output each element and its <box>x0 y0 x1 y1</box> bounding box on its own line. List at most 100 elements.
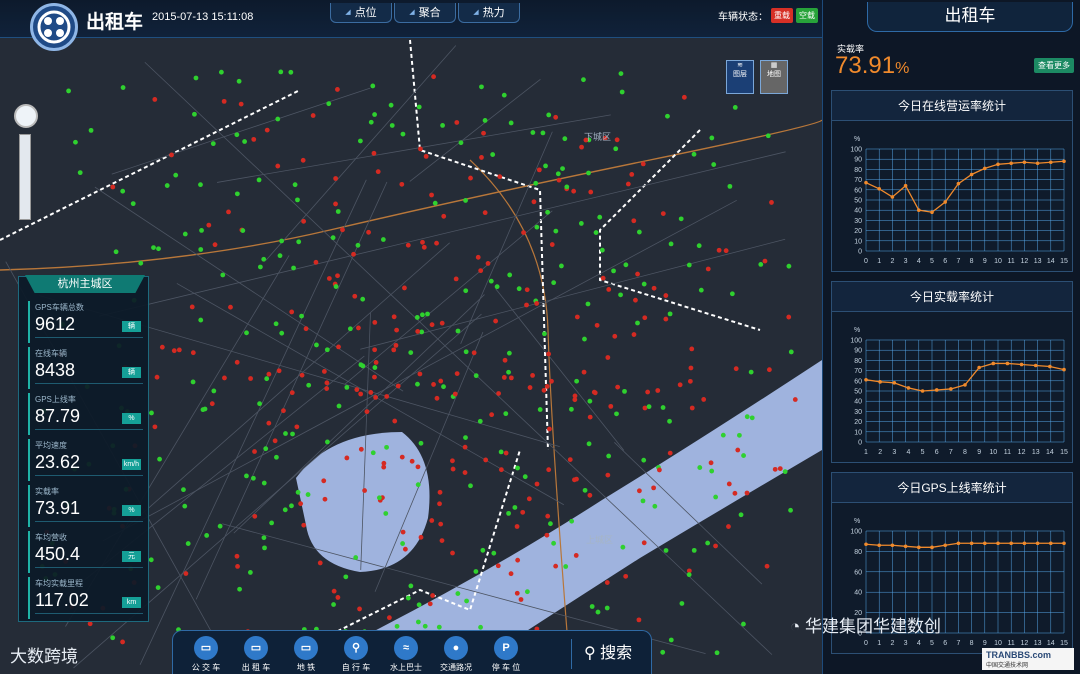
data-point <box>969 541 974 546</box>
taxi-vacant-dot <box>714 650 720 656</box>
y-tick-label: 100 <box>850 529 862 536</box>
status-heavy-badge[interactable]: 重载 <box>771 8 793 23</box>
taxi-occupied-dot <box>641 540 647 546</box>
taxi-occupied-dot <box>324 386 330 391</box>
stat-label: GPS车辆总数 <box>35 303 84 312</box>
taxi-occupied-dot <box>762 258 768 264</box>
transport-button[interactable]: ▭ 出 租 车 <box>231 631 281 674</box>
map-type-button[interactable]: ▦ 地图 <box>760 60 788 94</box>
taxi-vacant-dot <box>202 406 208 412</box>
taxi-vacant-dot <box>376 495 382 501</box>
stat-value: 87.79 <box>35 406 81 426</box>
right-sidebar: 出租车 实载率 73.91% 查看更多 今日在线营运率统计 % 0 10 20 30 40… <box>822 0 1080 674</box>
x-tick-label: 4 <box>906 449 910 456</box>
taxi-occupied-dot <box>605 472 611 478</box>
taxi-occupied-dot <box>429 322 435 328</box>
taxi-occupied-dot <box>453 276 459 282</box>
transport-button[interactable]: ● 交通路况 <box>431 631 481 674</box>
taxi-vacant-dot <box>295 489 301 495</box>
taxi-vacant-dot <box>120 188 126 194</box>
taxi-vacant-dot <box>77 170 83 176</box>
data-point <box>920 389 925 393</box>
data-point <box>1022 541 1027 546</box>
taxi-vacant-dot <box>618 71 624 76</box>
boat-icon: ≈ <box>394 636 418 660</box>
search-button[interactable]: ⚲ 搜索 <box>571 639 647 669</box>
taxi-vacant-dot <box>151 245 156 250</box>
data-point <box>878 380 882 384</box>
wechat-icon: ◔ <box>790 617 805 636</box>
data-point <box>996 541 1000 546</box>
stat-unit: 元 <box>122 551 141 562</box>
taxi-occupied-dot <box>372 347 378 353</box>
taxi-occupied-dot <box>264 127 270 133</box>
taxi-occupied-dot <box>266 420 272 426</box>
taxi-occupied-dot <box>545 513 551 519</box>
taxi-vacant-dot <box>261 480 267 486</box>
taxi-vacant-dot <box>274 454 279 460</box>
data-point <box>903 544 908 549</box>
taxi-occupied-dot <box>352 293 358 299</box>
map-zoom-slider[interactable] <box>19 134 31 220</box>
transport-button[interactable]: P 停 车 位 <box>481 631 531 674</box>
taxi-vacant-dot <box>441 384 446 390</box>
taxi-vacant-dot <box>244 330 249 336</box>
taxi-occupied-dot <box>636 617 642 623</box>
taxi-vacant-dot <box>586 441 592 447</box>
taxi-vacant-dot <box>646 404 652 410</box>
taxi-occupied-dot <box>418 146 423 152</box>
taxi-occupied-dot <box>373 395 379 400</box>
taxi-vacant-dot <box>614 411 619 417</box>
taxi-occupied-dot <box>623 573 629 579</box>
taxi-vacant-dot <box>279 330 285 336</box>
taxi-occupied-dot <box>393 342 399 348</box>
transport-button[interactable]: ▭ 地 铁 <box>281 631 331 674</box>
taxi-vacant-dot <box>595 609 601 615</box>
taxi-occupied-dot <box>588 189 594 195</box>
taxi-vacant-dot <box>455 328 461 334</box>
y-unit-label: % <box>854 518 860 525</box>
x-tick-label: 7 <box>956 258 960 265</box>
tab-points[interactable]: 点位 <box>330 3 392 23</box>
taxi-vacant-dot <box>679 601 685 606</box>
y-tick-label: 60 <box>854 187 862 194</box>
more-button[interactable]: 查看更多 <box>1034 58 1074 73</box>
transport-button[interactable]: ≈ 水上巴士 <box>381 631 431 674</box>
stat-item: GPS上线率 87.79% <box>28 393 143 435</box>
status-empty-badge[interactable]: 空载 <box>796 8 818 23</box>
chart-panel-loaded: 今日实载率统计 % 0 10 20 30 40 50 60 70 80 90 100 1 2 3 4 5 6 7 8 9… <box>831 281 1073 463</box>
taxi-vacant-dot <box>210 141 216 147</box>
taxi-vacant-dot <box>709 135 715 141</box>
taxi-occupied-dot <box>371 150 377 156</box>
transport-label: 水上巴士 <box>390 663 422 672</box>
taxi-occupied-dot <box>571 188 577 194</box>
taxi-vacant-dot <box>463 198 468 203</box>
taxi-occupied-dot <box>252 449 257 454</box>
taxi-occupied-dot <box>527 385 533 390</box>
data-point <box>983 541 987 546</box>
data-point <box>930 545 934 550</box>
x-tick-label: 9 <box>983 640 987 647</box>
taxi-occupied-dot <box>372 320 378 325</box>
y-tick-label: 10 <box>854 429 862 436</box>
tab-heat[interactable]: 热力 <box>458 3 520 23</box>
transport-label: 停 车 位 <box>491 663 521 672</box>
taxi-vacant-dot <box>204 533 210 538</box>
y-tick-label: 90 <box>854 157 862 164</box>
tab-cluster[interactable]: 聚合 <box>394 3 456 23</box>
taxi-vacant-dot <box>593 230 599 235</box>
layer-button[interactable]: ≋ 图层 <box>726 60 754 94</box>
y-tick-label: 80 <box>854 167 862 174</box>
taxi-vacant-dot <box>480 547 486 553</box>
taxi-vacant-dot <box>306 382 312 388</box>
view-tabs: 点位 聚合 热力 <box>330 3 522 23</box>
transport-label: 公 交 车 <box>191 663 221 672</box>
map-pan-control[interactable] <box>14 104 38 128</box>
logo <box>30 3 78 51</box>
transport-button[interactable]: ▭ 公 交 车 <box>181 631 231 674</box>
taxi-occupied-dot <box>234 359 240 365</box>
transport-button[interactable]: ⚲ 自 行 车 <box>331 631 381 674</box>
taxi-occupied-dot <box>420 239 425 245</box>
taxi-occupied-dot <box>384 394 390 399</box>
taxi-vacant-dot <box>765 133 771 139</box>
